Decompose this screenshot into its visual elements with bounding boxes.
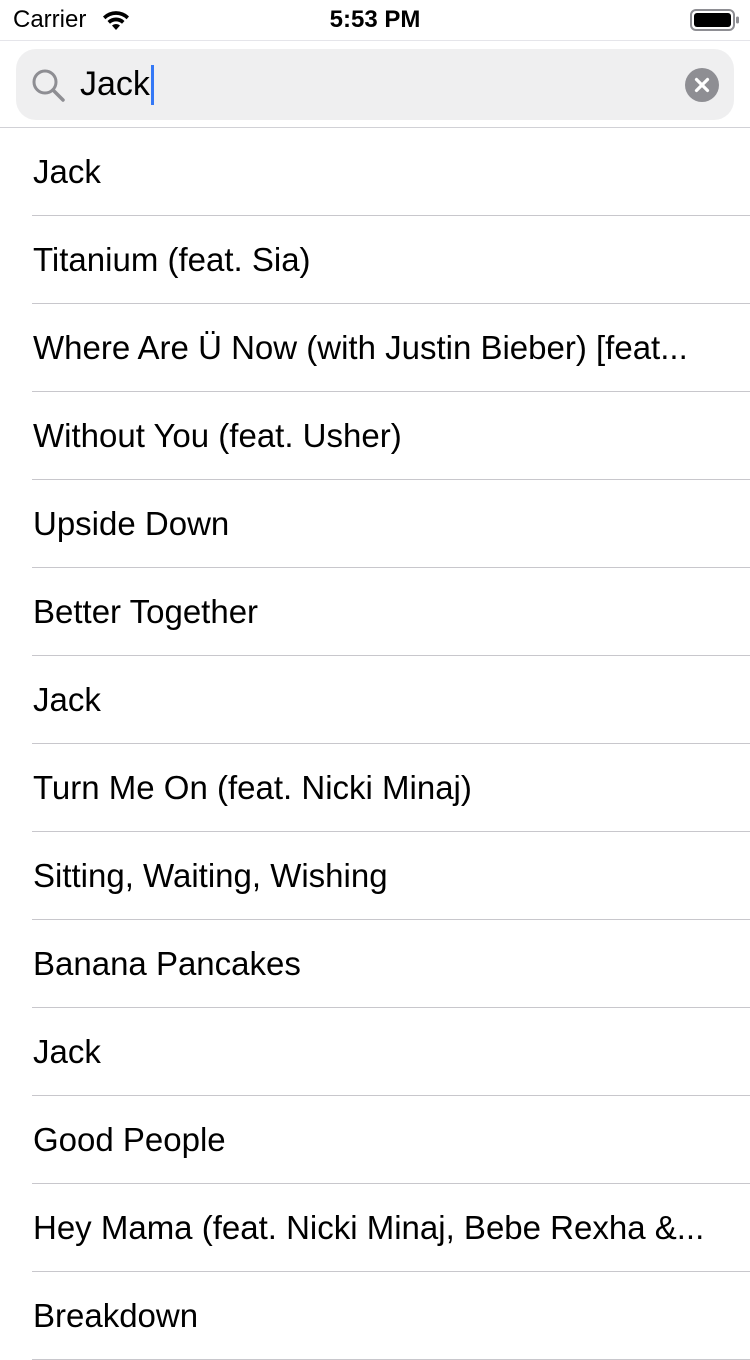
list-item[interactable]: Jack	[0, 656, 750, 744]
list-item-label: Banana Pancakes	[33, 945, 301, 982]
list-item[interactable]: Breakdown	[0, 1272, 750, 1360]
list-item[interactable]: Jack	[0, 1008, 750, 1096]
list-item[interactable]: Hey Mama (feat. Nicki Minaj, Bebe Rexha …	[0, 1184, 750, 1272]
list-item-label: Jack	[33, 681, 101, 718]
list-item-label: Without You (feat. Usher)	[33, 417, 402, 454]
list-item[interactable]: Where Are Ü Now (with Justin Bieber) [fe…	[0, 304, 750, 392]
list-item[interactable]: Jack	[0, 128, 750, 216]
list-item-label: Where Are Ü Now (with Justin Bieber) [fe…	[33, 329, 688, 366]
list-item[interactable]: Upside Down	[0, 480, 750, 568]
list-item[interactable]: Without You (feat. Usher)	[0, 392, 750, 480]
list-item-label: Jack	[33, 1033, 101, 1070]
status-bar: Carrier 5:53 PM	[0, 0, 750, 40]
text-caret	[150, 64, 154, 105]
list-item-label: Better Together	[33, 593, 259, 630]
list-item-label: Hey Mama (feat. Nicki Minaj, Bebe Rexha …	[33, 1209, 705, 1246]
list-item-label: Upside Down	[33, 505, 230, 542]
results-list: Jack Titanium (feat. Sia) Where Are Ü No…	[0, 128, 750, 1360]
list-item[interactable]: Good People	[0, 1096, 750, 1184]
list-item-label: Sitting, Waiting, Wishing	[33, 857, 388, 894]
list-item-label: Titanium (feat. Sia)	[33, 241, 311, 278]
list-item[interactable]: Banana Pancakes	[0, 920, 750, 1008]
list-item-label: Good People	[33, 1121, 226, 1158]
search-input[interactable]: Jack	[80, 49, 154, 120]
list-item[interactable]: Titanium (feat. Sia)	[0, 216, 750, 304]
clear-button[interactable]	[685, 68, 719, 102]
list-item[interactable]: Better Together	[0, 568, 750, 656]
list-item-label: Turn Me On (feat. Nicki Minaj)	[33, 769, 472, 806]
status-time: 5:53 PM	[329, 6, 421, 33]
battery-icon	[690, 8, 740, 32]
list-item-label: Jack	[33, 153, 101, 190]
clear-icon	[694, 77, 710, 93]
list-item[interactable]: Turn Me On (feat. Nicki Minaj)	[0, 744, 750, 832]
list-item-label: Breakdown	[33, 1297, 199, 1334]
search-input-text: Jack	[80, 65, 150, 103]
list-item[interactable]: Sitting, Waiting, Wishing	[0, 832, 750, 920]
search-bar: Jack	[0, 40, 750, 128]
search-icon	[30, 67, 66, 103]
search-field[interactable]: Jack	[16, 49, 734, 120]
